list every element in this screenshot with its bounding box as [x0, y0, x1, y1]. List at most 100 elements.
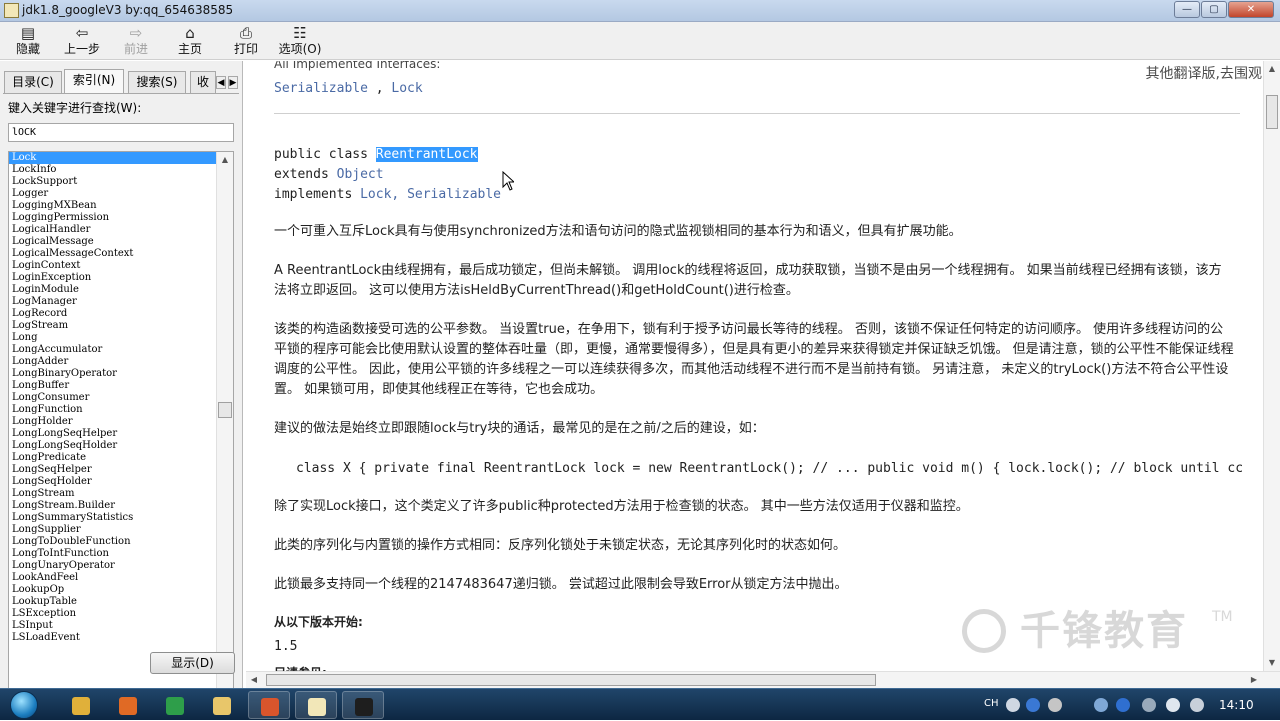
- lock-link[interactable]: Lock: [391, 81, 422, 96]
- keyword-list-item[interactable]: LogManager: [9, 296, 217, 308]
- help-icon[interactable]: [1026, 698, 1040, 712]
- taskbar-app-chrome[interactable]: [60, 691, 102, 719]
- keyword-list[interactable]: Lock LockInfo LockSupport Logger LoggingMXBe…: [8, 151, 234, 701]
- tab-scroll-left-icon[interactable]: ◀: [216, 76, 226, 89]
- taskbar-app-help-viewer[interactable]: [295, 691, 337, 719]
- keyword-list-item[interactable]: LongToIntFunction: [9, 548, 217, 560]
- keyword-list-item[interactable]: LookupTable: [9, 596, 217, 608]
- scroll-up-icon[interactable]: ▲: [217, 152, 233, 167]
- taskbar-app-code-editor[interactable]: [154, 691, 196, 719]
- keyword-list-scrollbar[interactable]: ▲ ▼: [216, 152, 233, 700]
- keyword-list-item[interactable]: LoggingMXBean: [9, 200, 217, 212]
- keyword-list-item[interactable]: LoginContext: [9, 260, 217, 272]
- print-button[interactable]: ⎙ 打印: [220, 24, 272, 58]
- home-button[interactable]: ⌂ 主页: [164, 24, 216, 58]
- other-translations-link[interactable]: 其他翻译版,去围观: [1146, 63, 1262, 83]
- scroll-thumb[interactable]: [1266, 95, 1278, 129]
- class-declaration-line2: extends Object: [274, 167, 384, 182]
- show-button[interactable]: 显示(D): [150, 652, 235, 674]
- home-label: 主页: [177, 42, 202, 56]
- action-center-icon[interactable]: [1142, 698, 1156, 712]
- taskbar-app-firefox[interactable]: [107, 691, 149, 719]
- keyword-list-item[interactable]: LongSummaryStatistics: [9, 512, 217, 524]
- keyword-list-item[interactable]: Logger: [9, 188, 217, 200]
- keyword-list-item[interactable]: LongSeqHolder: [9, 476, 217, 488]
- keyword-list-item[interactable]: LongLongSeqHolder: [9, 440, 217, 452]
- keyword-list-item[interactable]: LongStream: [9, 488, 217, 500]
- keyword-list-item[interactable]: LogicalMessage: [9, 236, 217, 248]
- volume-icon[interactable]: [1190, 698, 1204, 712]
- keyword-list-item[interactable]: LongAdder: [9, 356, 217, 368]
- clock[interactable]: 14:10: [1219, 698, 1254, 712]
- keyword-list-item[interactable]: Lock: [9, 152, 217, 164]
- keyword-list-item[interactable]: LogStream: [9, 320, 217, 332]
- keyword-list-item[interactable]: LogRecord: [9, 308, 217, 320]
- horizontal-scrollbar[interactable]: ◀ ▶: [246, 671, 1280, 688]
- scroll-right-icon[interactable]: ▶: [1246, 672, 1262, 688]
- lock-link-2[interactable]: Lock,: [360, 187, 399, 202]
- scroll-thumb-horizontal[interactable]: [266, 674, 876, 686]
- serializable-link[interactable]: Serializable: [274, 81, 368, 96]
- keyword-list-item[interactable]: LongAccumulator: [9, 344, 217, 356]
- keyword-list-item[interactable]: LoggingPermission: [9, 212, 217, 224]
- close-button[interactable]: ✕: [1228, 1, 1274, 18]
- taskbar-app-ide[interactable]: [342, 691, 384, 719]
- keyword-list-item[interactable]: LookAndFeel: [9, 572, 217, 584]
- tab-search[interactable]: 搜索(S): [128, 71, 186, 93]
- network-icon[interactable]: [1094, 698, 1108, 712]
- tab-favorites[interactable]: 收: [190, 71, 216, 93]
- keyword-list-item[interactable]: LongPredicate: [9, 452, 217, 464]
- keyword-list-item[interactable]: Long: [9, 332, 217, 344]
- scroll-left-icon[interactable]: ◀: [246, 672, 262, 688]
- scroll-thumb[interactable]: [218, 402, 232, 418]
- keyword-list-item[interactable]: LoginModule: [9, 284, 217, 296]
- scroll-down-icon[interactable]: ▼: [1264, 655, 1280, 671]
- forward-button[interactable]: ⇨ 前进: [110, 24, 162, 58]
- keyword-list-item[interactable]: LSException: [9, 608, 217, 620]
- keyword-list-item[interactable]: LongBinaryOperator: [9, 368, 217, 380]
- keyword-list-item[interactable]: LongStream.Builder: [9, 500, 217, 512]
- keyword-list-item[interactable]: LongToDoubleFunction: [9, 536, 217, 548]
- keyword-list-item[interactable]: LongSeqHelper: [9, 464, 217, 476]
- display-icon[interactable]: [1166, 698, 1180, 712]
- hide-button[interactable]: ▤ 隐藏: [2, 24, 54, 58]
- description-paragraph-1: 一个可重入互斥Lock具有与使用synchronized方法和语句访问的隐式监视…: [274, 224, 962, 239]
- options-button[interactable]: ☷ 选项(O): [274, 24, 326, 58]
- tab-contents[interactable]: 目录(C): [4, 71, 62, 93]
- toolbar: ▤ 隐藏 ⇦ 上一步 ⇨ 前进 ⌂ 主页 ⎙ 打印 ☷ 选项(O): [0, 22, 1280, 60]
- keyword-list-item[interactable]: LockSupport: [9, 176, 217, 188]
- keyword-list-item[interactable]: LongSupplier: [9, 524, 217, 536]
- input-method-icon[interactable]: [1048, 698, 1062, 712]
- keyword-list-item[interactable]: LongFunction: [9, 404, 217, 416]
- document-pane: All Implemented Interfaces: Serializable…: [246, 61, 1280, 688]
- vertical-scrollbar[interactable]: ▲ ▼: [1263, 61, 1280, 671]
- object-link[interactable]: Object: [337, 167, 384, 182]
- keyword-list-item[interactable]: LookupOp: [9, 584, 217, 596]
- serializable-link-2[interactable]: Serializable: [407, 187, 501, 202]
- tab-scroll-right-icon[interactable]: ▶: [228, 76, 238, 89]
- keyword-list-item[interactable]: LongUnaryOperator: [9, 560, 217, 572]
- taskbar-app-presentation[interactable]: [248, 691, 290, 719]
- keyword-list-item[interactable]: LongLongSeqHelper: [9, 428, 217, 440]
- tab-index[interactable]: 索引(N): [64, 69, 124, 94]
- keyword-list-item[interactable]: LongBuffer: [9, 380, 217, 392]
- keyword-list-item[interactable]: LSLoadEvent: [9, 632, 217, 644]
- keyboard-icon[interactable]: [1006, 698, 1020, 712]
- keyword-list-item[interactable]: LSInput: [9, 620, 217, 632]
- minimize-button[interactable]: —: [1174, 1, 1200, 18]
- bluetooth-icon[interactable]: [1116, 698, 1130, 712]
- language-indicator[interactable]: CH: [984, 698, 999, 709]
- keyword-list-item[interactable]: LoginException: [9, 272, 217, 284]
- keyword-list-item[interactable]: LongHolder: [9, 416, 217, 428]
- start-button[interactable]: [6, 689, 48, 721]
- keyword-list-item[interactable]: LogicalHandler: [9, 224, 217, 236]
- taskbar-app-file-explorer[interactable]: [201, 691, 243, 719]
- maximize-button[interactable]: ▢: [1201, 1, 1227, 18]
- scroll-up-icon[interactable]: ▲: [1264, 61, 1280, 77]
- keyword-input[interactable]: [8, 123, 234, 142]
- keyword-list-item[interactable]: LockInfo: [9, 164, 217, 176]
- keyword-list-item[interactable]: LongConsumer: [9, 392, 217, 404]
- keyword-label: 键入关键字进行查找(W):: [8, 101, 142, 115]
- keyword-list-item[interactable]: LogicalMessageContext: [9, 248, 217, 260]
- back-button[interactable]: ⇦ 上一步: [56, 24, 108, 58]
